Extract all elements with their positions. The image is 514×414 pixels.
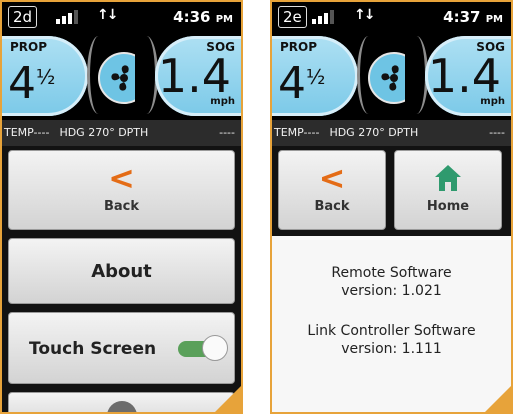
temp-readout: TEMP---- <box>274 126 320 139</box>
home-label: Home <box>426 199 470 214</box>
remote-screen-2d: 2d ↑↓ 4:36 PM PROP 4½ SOG 1.4 mph TEMP--… <box>0 0 243 414</box>
depth-readout: ---- <box>219 126 235 139</box>
back-button[interactable]: < Back <box>278 150 386 230</box>
status-bar: 2d ↑↓ 4:36 PM <box>2 2 241 30</box>
sog-gauge: SOG 1.4 mph <box>155 36 241 116</box>
prop-gauge: PROP 4½ <box>2 36 88 116</box>
signal-icon <box>312 10 338 24</box>
back-label: Back <box>103 199 140 214</box>
clock: 4:37 PM <box>443 8 503 26</box>
info-bar: TEMP---- HDG 270° DPTH ---- <box>272 120 511 146</box>
prop-gauge: PROP 4½ <box>272 36 358 116</box>
temp-readout: TEMP---- <box>4 126 50 139</box>
toggle-knob <box>202 335 228 361</box>
remote-software-version: version: 1.021 <box>341 283 442 299</box>
chevron-down-icon: ⌄ <box>106 401 137 412</box>
screen-label: 2d <box>8 6 38 28</box>
sog-unit: mph <box>210 96 235 107</box>
scroll-down-button[interactable]: ⌄ <box>8 392 235 412</box>
screen-label: 2e <box>278 6 307 28</box>
sog-value: 1.4 <box>427 49 501 103</box>
clock: 4:36 PM <box>173 8 233 26</box>
gauge-panel: PROP 4½ SOG 1.4 mph <box>272 30 511 120</box>
prop-value: 4½ <box>8 58 56 109</box>
info-bar: TEMP---- HDG 270° DPTH ---- <box>2 120 241 146</box>
corner-accent <box>215 386 241 412</box>
heading-depth-readout: HDG 270° DPTH <box>329 126 419 139</box>
link-controller-version: version: 1.111 <box>341 341 442 357</box>
back-label: Back <box>314 199 350 214</box>
signal-icon <box>56 10 82 24</box>
up-down-arrows-icon: ↑↓ <box>97 7 119 23</box>
about-button[interactable]: About <box>8 238 235 304</box>
depth-readout: ---- <box>489 126 505 139</box>
about-info-panel: Remote Software version: 1.021 Link Cont… <box>272 236 511 412</box>
touch-screen-label: Touch Screen <box>29 339 157 359</box>
home-icon <box>395 163 501 193</box>
heading-depth-readout: HDG 270° DPTH <box>59 126 149 139</box>
sog-gauge: SOG 1.4 mph <box>425 36 511 116</box>
chevron-left-icon: < <box>108 159 135 197</box>
gauge-panel: PROP 4½ SOG 1.4 mph <box>2 30 241 120</box>
touch-screen-button[interactable]: Touch Screen <box>8 312 235 384</box>
link-controller-label: Link Controller Software <box>307 323 476 339</box>
remote-screen-2e: 2e ↑↓ 4:37 PM PROP 4½ SOG 1.4 mph TEMP--… <box>270 0 513 414</box>
back-button[interactable]: < Back <box>8 150 235 230</box>
touch-screen-toggle[interactable] <box>178 335 228 361</box>
prop-value: 4½ <box>278 58 326 109</box>
remote-software-label: Remote Software <box>331 265 452 281</box>
about-label: About <box>91 261 152 282</box>
status-bar: 2e ↑↓ 4:37 PM <box>272 2 511 30</box>
corner-accent <box>485 386 511 412</box>
chevron-left-icon: < <box>318 159 346 197</box>
up-down-arrows-icon: ↑↓ <box>354 7 376 23</box>
sog-value: 1.4 <box>157 49 231 103</box>
home-button[interactable]: Home <box>394 150 502 230</box>
sog-unit: mph <box>480 96 505 107</box>
